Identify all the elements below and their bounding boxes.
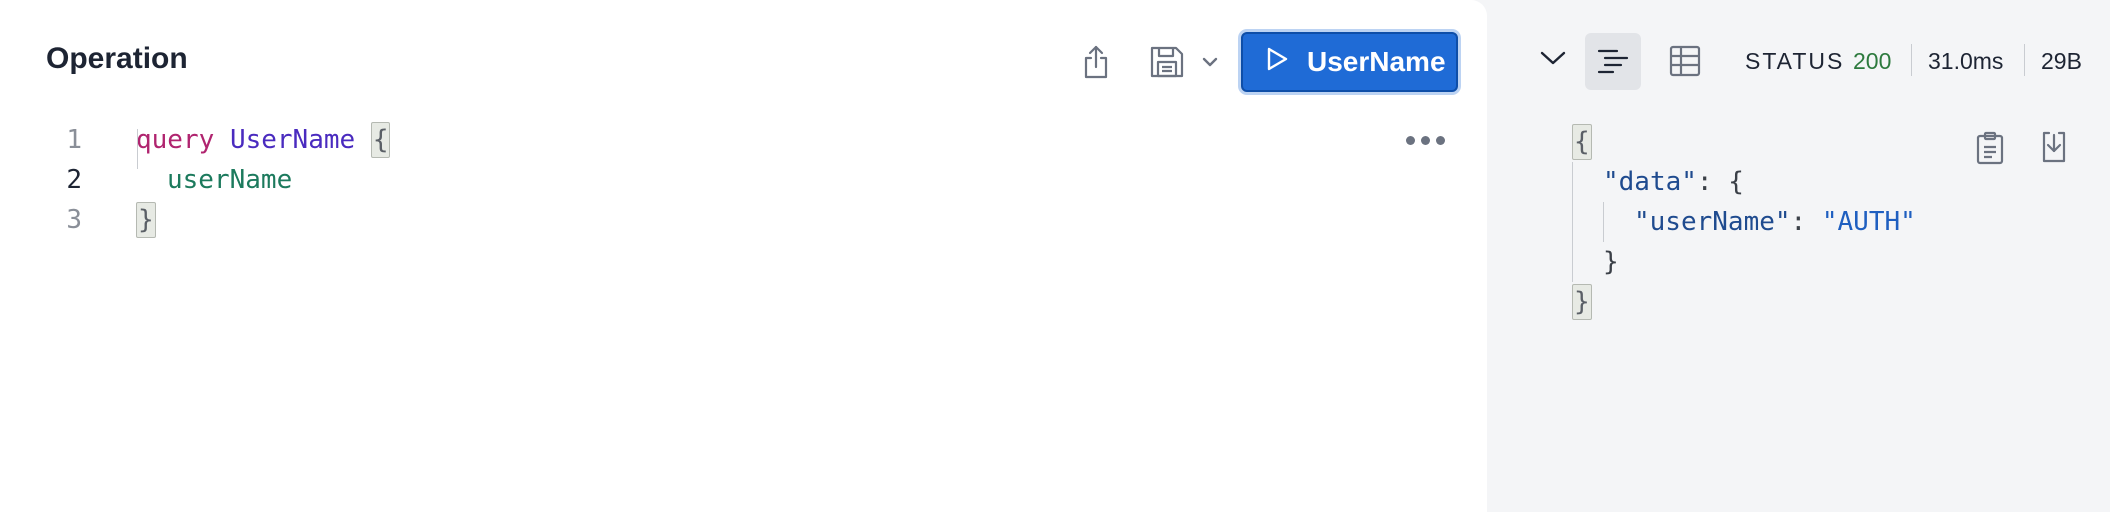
code-line: query UserName { (136, 120, 391, 160)
chevron-down-icon[interactable] (1200, 52, 1220, 72)
download-icon[interactable] (2040, 131, 2070, 165)
code-field: userName (167, 165, 293, 195)
json-close-brace: } (1572, 284, 1592, 320)
divider (2024, 44, 2025, 76)
share-icon[interactable] (1078, 44, 1114, 80)
json-brace: } (1603, 247, 1619, 277)
json-value: "AUTH" (1821, 207, 1916, 237)
code-line: } (136, 200, 156, 240)
code-line: userName (167, 160, 292, 200)
json-colon: : (1790, 207, 1807, 237)
json-key: "userName" (1634, 207, 1791, 237)
json-colon: : (1696, 167, 1713, 197)
code-operation-name: UserName (229, 125, 356, 155)
json-line: { (1572, 122, 1592, 162)
json-brace: { (1728, 167, 1744, 197)
indent-guide (137, 129, 138, 169)
status-code: 200 (1853, 48, 1892, 74)
line-number: 3 (66, 205, 82, 235)
divider (1911, 44, 1912, 76)
indent-guide (1603, 202, 1604, 242)
more-icon[interactable] (1406, 136, 1445, 145)
text-view-icon[interactable] (1597, 47, 1629, 75)
code-open-brace: { (370, 122, 391, 158)
line-number: 2 (66, 165, 82, 195)
line-number: 1 (66, 125, 82, 155)
run-button-label: UserName (1307, 46, 1446, 77)
code-close-brace: } (136, 202, 156, 238)
json-line: } (1603, 242, 1619, 282)
operation-title: Operation (46, 42, 188, 75)
run-button[interactable]: UserName (1241, 32, 1458, 92)
indent-guide (1572, 162, 1573, 282)
response-time: 31.0ms (1928, 48, 2004, 74)
save-icon[interactable] (1148, 44, 1186, 80)
status-label: STATUS (1745, 48, 1845, 74)
json-line: "data": { (1603, 162, 1744, 202)
json-line: "userName": "AUTH" (1634, 202, 1916, 242)
code-keyword: query (136, 125, 215, 155)
operation-panel: Operation UserName 1 2 3 query UserName … (0, 0, 1487, 512)
json-open-brace: { (1572, 124, 1592, 160)
table-view-icon[interactable] (1669, 45, 1701, 77)
copy-icon[interactable] (1976, 131, 2006, 165)
json-line: } (1572, 282, 1592, 322)
play-icon (1265, 46, 1307, 79)
json-key: "data" (1603, 167, 1697, 197)
response-size: 29B (2041, 48, 2082, 74)
collapse-chevron-icon[interactable] (1540, 50, 1570, 74)
